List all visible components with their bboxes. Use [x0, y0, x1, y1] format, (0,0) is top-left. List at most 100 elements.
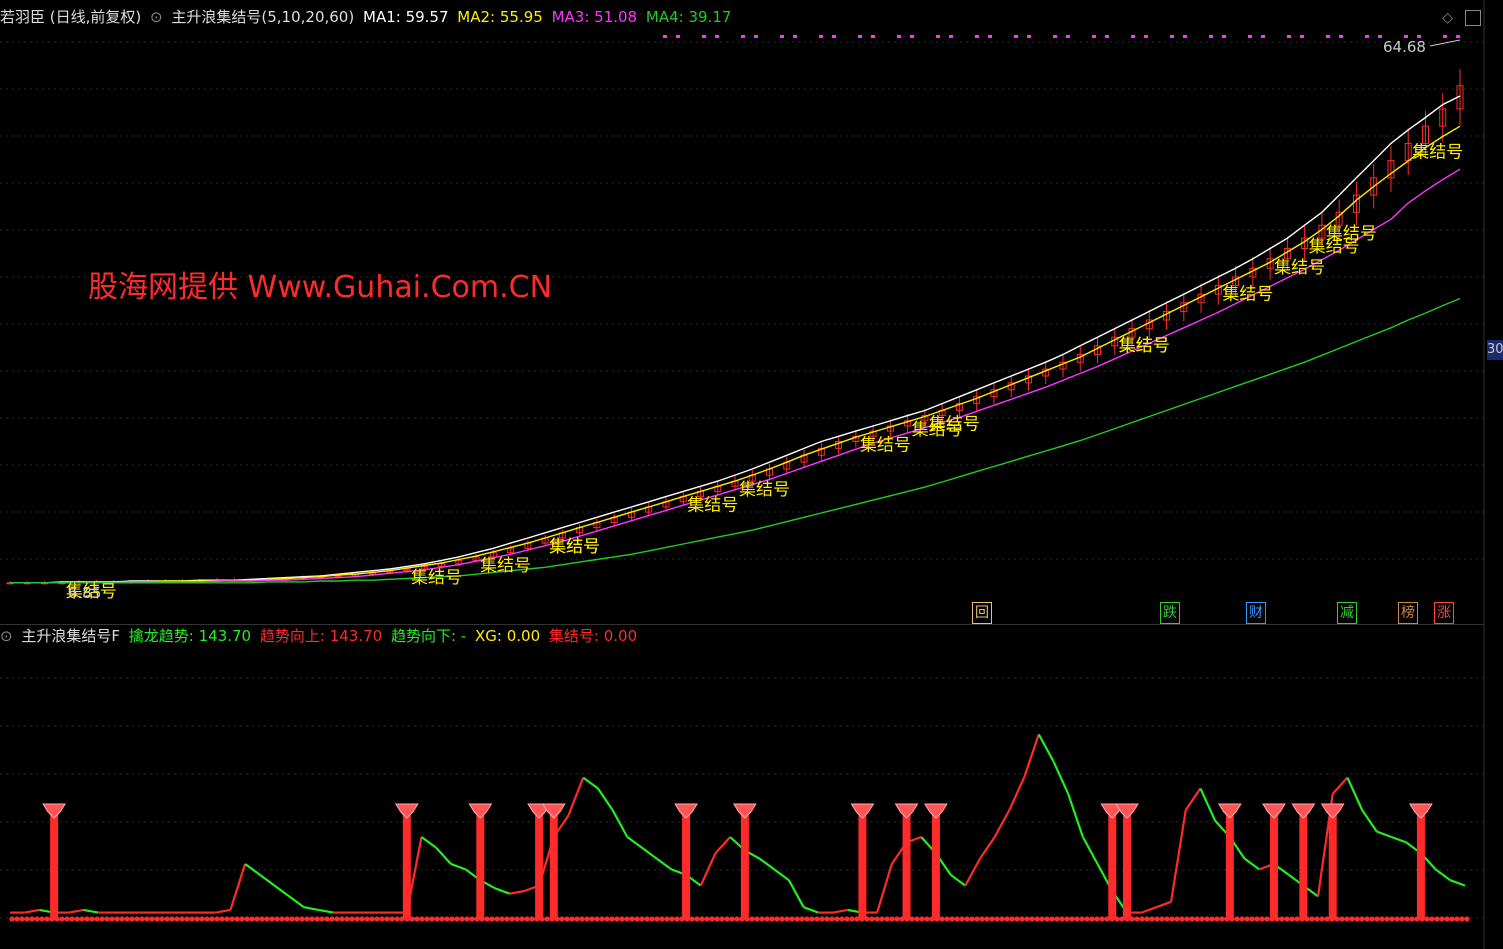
- signal-bar: [1269, 810, 1278, 918]
- baseline-dot: [494, 916, 500, 922]
- top-signal-dot: [988, 35, 992, 38]
- baseline-dot: [974, 916, 980, 922]
- stock-title[interactable]: 若羽臣 (日线,前复权): [0, 8, 141, 26]
- event-badge[interactable]: 涨: [1434, 602, 1454, 624]
- baseline-dot: [119, 916, 125, 922]
- event-badge[interactable]: 回: [972, 602, 992, 624]
- baseline-dot: [674, 916, 680, 922]
- trend-segment: [68, 908, 84, 914]
- top-signal-dot: [949, 35, 953, 38]
- signal-label: 集结号: [860, 435, 911, 455]
- baseline-dot: [289, 916, 295, 922]
- top-signal-dot: [715, 35, 719, 38]
- trend-segment: [1449, 879, 1466, 887]
- baseline-dot: [1079, 916, 1085, 922]
- signal-label: 集结号: [1326, 224, 1377, 244]
- baseline-dot: [774, 916, 780, 922]
- baseline-dot: [1459, 916, 1465, 922]
- signal-bar: [1225, 810, 1234, 918]
- indicator-panel[interactable]: [0, 628, 1503, 949]
- signal-bar: [1328, 810, 1337, 918]
- diamond-icon[interactable]: ◇: [1442, 10, 1453, 26]
- baseline-dot: [1154, 916, 1160, 922]
- baseline-dot: [249, 916, 255, 922]
- trend-segment: [964, 858, 981, 887]
- baseline-dot: [579, 916, 585, 922]
- sub-indicator-name[interactable]: 主升浪集结号F: [21, 627, 120, 645]
- ma1-value: MA1: 59.57: [363, 8, 449, 26]
- event-badge[interactable]: 榜: [1398, 602, 1418, 624]
- baseline-dot: [224, 916, 230, 922]
- top-signal-dot: [1066, 35, 1070, 38]
- baseline-dot: [719, 916, 725, 922]
- baseline-dot: [1279, 916, 1285, 922]
- baseline-dot: [629, 916, 635, 922]
- baseline-dot: [649, 916, 655, 922]
- diamond-icon: [1262, 803, 1286, 819]
- baseline-dot: [69, 916, 75, 922]
- baseline-dot: [359, 916, 365, 922]
- baseline-dot: [1234, 916, 1240, 922]
- signal-label: 集结号: [549, 537, 600, 557]
- trend-segment: [494, 887, 511, 895]
- baseline-dot: [159, 916, 165, 922]
- baseline-dot: [1024, 916, 1030, 922]
- baseline-dot: [1319, 916, 1325, 922]
- indicator-chart[interactable]: [0, 628, 1503, 949]
- baseline-dot: [384, 916, 390, 922]
- baseline-dot: [104, 916, 110, 922]
- indicator-toggle-icon[interactable]: ⊙: [0, 627, 13, 645]
- baseline-dot: [619, 916, 625, 922]
- trend-segment: [656, 857, 673, 871]
- baseline-dot: [274, 916, 280, 922]
- baseline-dot: [714, 916, 720, 922]
- baseline-dot: [764, 916, 770, 922]
- baseline-dot: [1014, 916, 1020, 922]
- trend-segment: [1155, 900, 1172, 909]
- trend-segment: [1199, 787, 1217, 822]
- baseline-dot: [759, 916, 765, 922]
- signal-bar: [740, 810, 749, 918]
- baseline-dot: [1134, 916, 1140, 922]
- baseline-dot: [874, 916, 880, 922]
- baseline-dot: [1384, 916, 1390, 922]
- watermark-text: 股海网提供 Www.Guhai.Com.CN: [88, 270, 553, 305]
- indicator-name[interactable]: 主升浪集结号(5,10,20,60): [171, 8, 354, 26]
- indicator-toggle-icon[interactable]: ⊙: [150, 8, 163, 26]
- diamond-icon: [850, 803, 875, 819]
- baseline-dot: [604, 916, 610, 922]
- maximize-window-icon[interactable]: [1465, 10, 1481, 26]
- baseline-dot: [1199, 916, 1205, 922]
- trend-segment: [773, 868, 790, 882]
- price-chart[interactable]: 集结号集结号集结号集结号集结号集结号集结号集结号集结号集结号集结号集结号集结号集…: [0, 0, 1503, 628]
- chart-header: 若羽臣 (日线,前复权) ⊙ 主升浪集结号(5,10,20,60) MA1: 5…: [0, 6, 735, 28]
- baseline-dot: [1349, 916, 1355, 922]
- baseline-dot: [139, 916, 145, 922]
- event-badge[interactable]: 财: [1246, 602, 1266, 624]
- trend-segment: [1376, 830, 1392, 839]
- event-badge[interactable]: 跌: [1160, 602, 1180, 624]
- baseline-dot: [1369, 916, 1375, 922]
- baseline-dot: [124, 916, 130, 922]
- baseline-dot: [99, 916, 105, 922]
- signal-bar: [682, 810, 691, 918]
- indicator-header: ⊙ 主升浪集结号F 擒龙趋势: 143.70 趋势向上: 143.70 趋势向下…: [0, 625, 641, 647]
- xg-value: XG: 0.00: [475, 627, 541, 645]
- baseline-dot: [154, 916, 160, 922]
- baseline-dot: [239, 916, 245, 922]
- baseline-dot: [919, 916, 925, 922]
- signal-label: 集结号: [1274, 258, 1325, 278]
- trend-segment: [215, 908, 231, 914]
- event-badge[interactable]: 减: [1337, 602, 1357, 624]
- top-signal-dot: [754, 35, 758, 38]
- baseline-dot: [469, 916, 475, 922]
- price-chart-panel[interactable]: 集结号 集结号 集结号 集结号 集结号 集结号 集结号 集结号 集结号 集结号 集结号 集结号 集结号集…: [0, 0, 1503, 628]
- baseline-dot: [269, 916, 275, 922]
- top-signal-dot: [1222, 35, 1226, 38]
- diamond-icon: [732, 803, 757, 819]
- baseline-dot: [1179, 916, 1185, 922]
- baseline-dot: [1059, 916, 1065, 922]
- baseline-dot: [1289, 916, 1295, 922]
- baseline-dot: [264, 916, 270, 922]
- baseline-dot: [1064, 916, 1070, 922]
